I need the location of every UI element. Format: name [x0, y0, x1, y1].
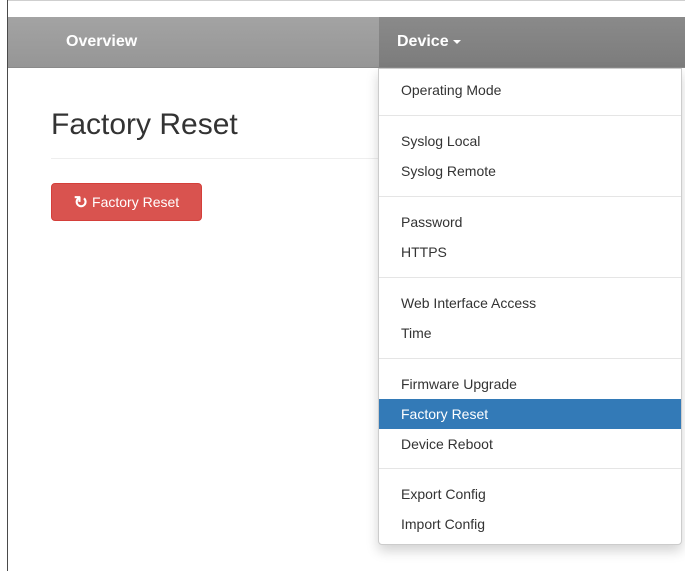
menu-item-syslog-remote[interactable]: Syslog Remote [379, 156, 681, 186]
menu-item-import-config[interactable]: Import Config [379, 509, 681, 539]
caret-down-icon [452, 39, 461, 44]
title-divider [51, 158, 391, 159]
factory-reset-button[interactable]: ↻ Factory Reset [51, 183, 202, 221]
top-border [7, 0, 685, 1]
menu-item-factory-reset[interactable]: Factory Reset [379, 399, 681, 429]
menu-divider [379, 358, 681, 359]
menu-item-export-config[interactable]: Export Config [379, 479, 681, 509]
factory-reset-button-label: Factory Reset [92, 194, 180, 210]
nav-device-dropdown-toggle[interactable]: Device [397, 17, 461, 67]
menu-divider [379, 196, 681, 197]
navbar: Overview Device [8, 17, 685, 68]
menu-item-password[interactable]: Password [379, 207, 681, 237]
page: Overview Device Factory Reset ↻ Factory … [0, 0, 685, 571]
menu-item-time[interactable]: Time [379, 318, 681, 348]
refresh-icon: ↻ [73, 192, 89, 212]
menu-item-https[interactable]: HTTPS [379, 237, 681, 267]
menu-item-firmware-upgrade[interactable]: Firmware Upgrade [379, 369, 681, 399]
nav-overview-label: Overview [66, 33, 138, 50]
nav-overview[interactable]: Overview [66, 17, 137, 67]
menu-divider [379, 277, 681, 278]
page-title: Factory Reset [51, 108, 238, 141]
menu-item-syslog-local[interactable]: Syslog Local [379, 126, 681, 156]
nav-device-label: Device [397, 33, 449, 50]
left-border [7, 0, 8, 571]
menu-item-device-reboot[interactable]: Device Reboot [379, 429, 681, 459]
menu-divider [379, 115, 681, 116]
menu-item-operating-mode[interactable]: Operating Mode [379, 75, 681, 105]
device-dropdown-menu: Operating Mode Syslog Local Syslog Remot… [378, 68, 682, 545]
menu-divider [379, 468, 681, 469]
menu-item-web-interface-access[interactable]: Web Interface Access [379, 288, 681, 318]
